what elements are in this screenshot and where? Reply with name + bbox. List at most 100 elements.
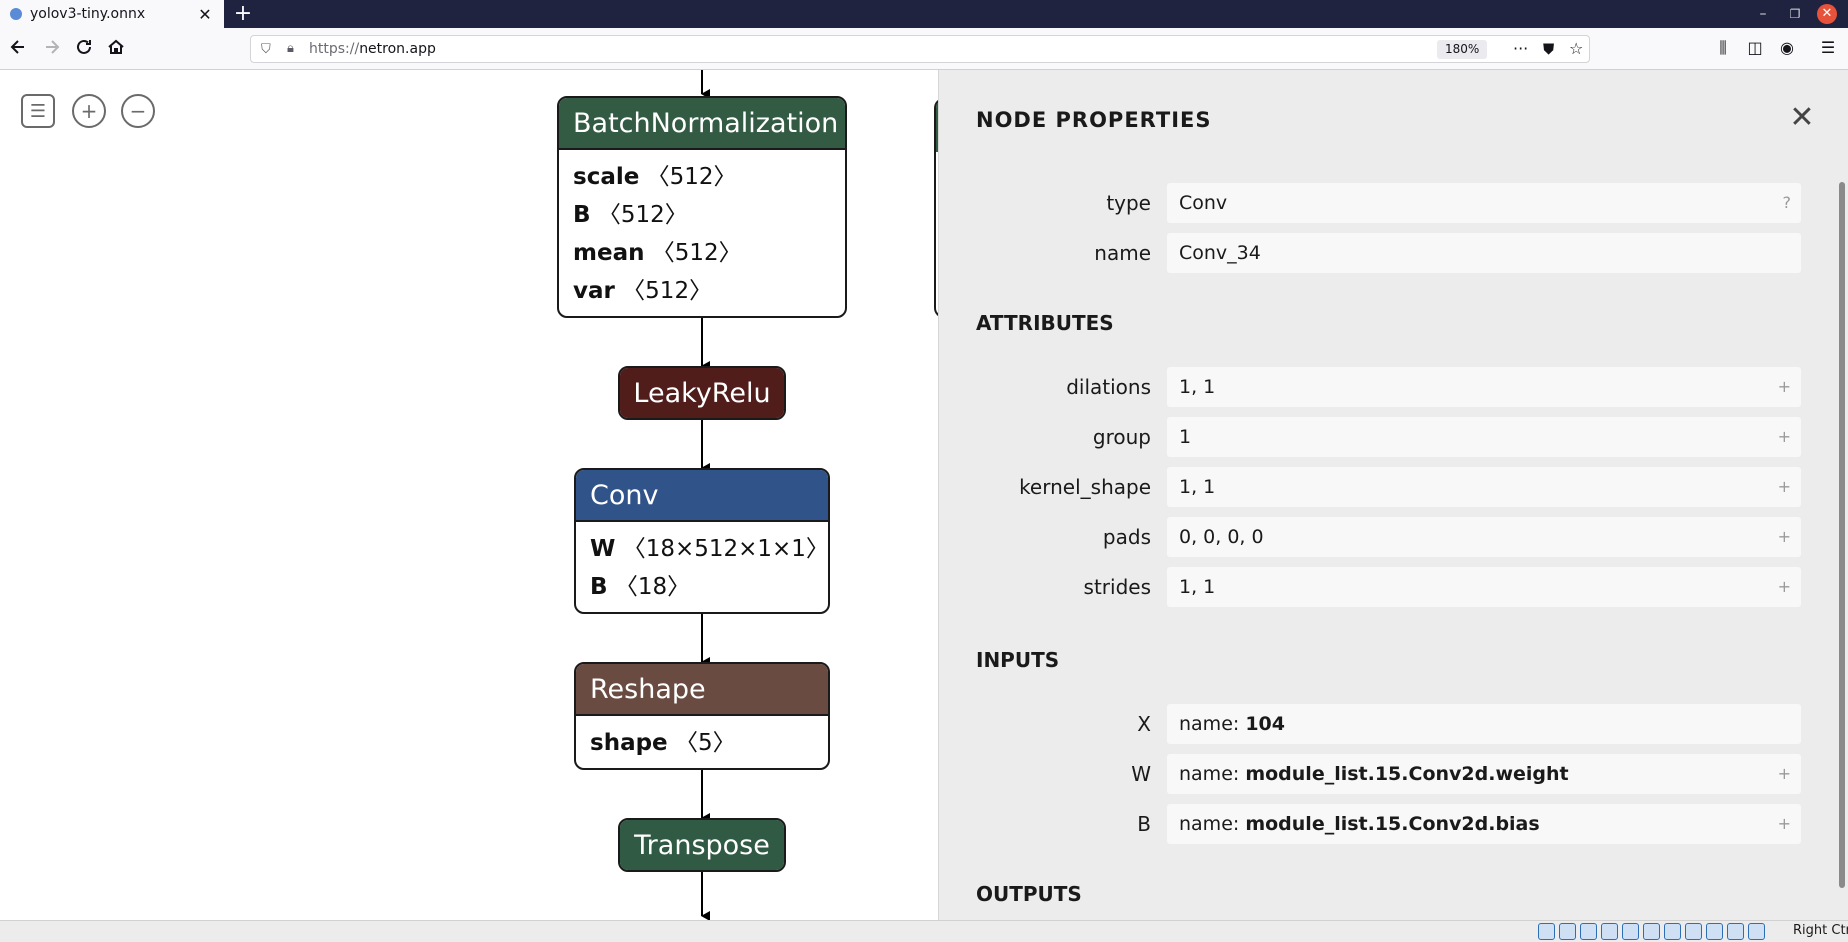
property-value-name[interactable]: Conv_34 xyxy=(1167,233,1801,273)
node-header[interactable]: Conv xyxy=(576,470,828,522)
network-icon[interactable] xyxy=(1601,923,1618,940)
node-attribute-b[interactable]: B 〈512〉 xyxy=(573,196,831,234)
netron-favicon-icon xyxy=(10,8,22,20)
expand-plus-icon[interactable]: + xyxy=(1778,517,1791,557)
attribute-row-strides: strides 1, 1 + xyxy=(939,567,1801,607)
property-row-type: type Conv ? xyxy=(939,183,1801,223)
node-attribute-scale[interactable]: scale 〈512〉 xyxy=(573,158,831,196)
node-attribute-w[interactable]: W 〈18×512×1×1〉 xyxy=(590,530,828,568)
tracking-protection-shield-icon[interactable]: ⛉ xyxy=(261,42,271,57)
zoom-out-button[interactable]: − xyxy=(121,94,155,128)
tab-close-icon[interactable]: ✕ xyxy=(196,5,214,24)
node-attribute-b[interactable]: B 〈18〉 xyxy=(590,568,814,606)
expand-plus-icon[interactable]: + xyxy=(1778,417,1791,457)
tab-yolov3[interactable]: yolov3-tiny.onnx ✕ xyxy=(0,0,224,28)
node-attributes: W 〈18×512×1×1〉 B 〈18〉 xyxy=(576,522,828,610)
zoom-level-badge[interactable]: 180% xyxy=(1437,40,1488,59)
storage-icon[interactable] xyxy=(1538,923,1555,940)
node-header[interactable]: Transpose xyxy=(620,820,784,870)
attribute-row-group: group 1 + xyxy=(939,417,1801,457)
attribute-value-group[interactable]: 1 + xyxy=(1167,417,1801,457)
address-bar[interactable]: ⛉ 🔒︎ https://netron.app 180% ··· ⛊ ☆ xyxy=(250,35,1590,63)
home-icon xyxy=(108,39,124,54)
property-label: name xyxy=(1094,241,1151,265)
input-value-b[interactable]: name: module_list.15.Conv2d.bias + xyxy=(1167,804,1801,844)
video-capture-icon[interactable] xyxy=(1685,923,1702,940)
zoom-in-button[interactable]: + xyxy=(72,94,106,128)
node-header[interactable]: LeakyRelu xyxy=(620,368,784,418)
node-leakyrelu[interactable]: LeakyRelu xyxy=(618,366,786,420)
url-text[interactable]: https://netron.app xyxy=(309,41,436,57)
attribute-value-pads[interactable]: 0, 0, 0, 0 + xyxy=(1167,517,1801,557)
attribute-row-kernel-shape: kernel_shape 1, 1 + xyxy=(939,467,1801,507)
display-icon[interactable] xyxy=(1664,923,1681,940)
zoom-in-icon: + xyxy=(80,99,98,123)
expand-plus-icon[interactable]: + xyxy=(1778,754,1791,794)
tab-title: yolov3-tiny.onnx xyxy=(30,6,146,22)
page-actions-more-icon[interactable]: ··· xyxy=(1513,39,1528,58)
reload-button[interactable] xyxy=(72,37,96,61)
shared-folders-icon[interactable] xyxy=(1643,923,1660,940)
window-restore-button[interactable]: ❐ xyxy=(1784,4,1806,24)
sidebar-toggle-icon[interactable]: ◫ xyxy=(1744,38,1766,57)
input-row-x: X name: 104 xyxy=(939,704,1801,744)
home-button[interactable] xyxy=(104,37,128,61)
expand-plus-icon[interactable]: + xyxy=(1778,367,1791,407)
window-minimize-button[interactable]: – xyxy=(1752,4,1774,24)
tab-bar: yolov3-tiny.onnx ✕ + – ❐ ✕ xyxy=(0,0,1848,28)
node-reshape[interactable]: Reshape shape 〈5〉 xyxy=(574,662,830,770)
cpu-icon[interactable] xyxy=(1706,923,1723,940)
pocket-icon[interactable]: ⛊ xyxy=(1543,40,1554,58)
url-host: netron.app xyxy=(359,41,436,57)
window-close-button[interactable]: ✕ xyxy=(1817,4,1837,24)
input-label: X xyxy=(1137,712,1151,736)
property-value-type[interactable]: Conv ? xyxy=(1167,183,1801,223)
property-row-name: name Conv_34 xyxy=(939,233,1801,273)
navigation-toolbar: ⛉ 🔒︎ https://netron.app 180% ··· ⛊ ☆ ⫼ ◫… xyxy=(0,28,1848,70)
attribute-label: group xyxy=(1092,425,1151,449)
input-value-x[interactable]: name: 104 xyxy=(1167,704,1801,744)
back-arrow-icon xyxy=(10,40,24,54)
keyboard-capture-icon[interactable] xyxy=(1748,923,1765,940)
help-icon[interactable]: ? xyxy=(1783,183,1792,223)
expand-plus-icon[interactable]: + xyxy=(1778,804,1791,844)
node-header[interactable]: Reshape xyxy=(576,664,828,716)
lock-icon[interactable]: 🔒︎ xyxy=(287,41,294,56)
account-icon[interactable]: ◉ xyxy=(1776,38,1798,57)
usb-icon[interactable] xyxy=(1622,923,1639,940)
node-batchnormalization[interactable]: BatchNormalization scale 〈512〉 B 〈512〉 m… xyxy=(557,96,847,318)
back-button[interactable] xyxy=(6,37,30,61)
node-attribute-shape[interactable]: shape 〈5〉 xyxy=(590,724,814,762)
attribute-value-kernel-shape[interactable]: 1, 1 + xyxy=(1167,467,1801,507)
library-icon[interactable]: ⫼ xyxy=(1712,38,1734,58)
graph-canvas[interactable]: ☰ + − BatchNormalization scale 〈512〉 B 〈… xyxy=(0,70,938,920)
audio-icon[interactable] xyxy=(1580,923,1597,940)
menu-icon: ☰ xyxy=(29,100,47,122)
panel-scrollbar[interactable] xyxy=(1839,182,1845,888)
mouse-integration-icon[interactable] xyxy=(1727,923,1744,940)
node-attribute-mean[interactable]: mean 〈512〉 xyxy=(573,234,831,272)
hamburger-menu-icon[interactable]: ☰ xyxy=(1817,38,1839,57)
expand-plus-icon[interactable]: + xyxy=(1778,467,1791,507)
panel-close-button[interactable]: ✕ xyxy=(1787,100,1817,135)
forward-button[interactable] xyxy=(40,37,64,61)
optical-drive-icon[interactable] xyxy=(1559,923,1576,940)
attribute-label: dilations xyxy=(1066,375,1151,399)
attribute-value-dilations[interactable]: 1, 1 + xyxy=(1167,367,1801,407)
new-tab-button[interactable]: + xyxy=(232,1,254,27)
graph-menu-button[interactable]: ☰ xyxy=(21,94,55,128)
vm-status-icons xyxy=(1538,923,1765,940)
node-header[interactable]: BatchNormalization xyxy=(559,98,845,150)
node-conv[interactable]: Conv W 〈18×512×1×1〉 B 〈18〉 xyxy=(574,468,830,614)
node-properties-panel: NODE PROPERTIES ✕ type Conv ? name Conv_… xyxy=(938,70,1848,920)
expand-plus-icon[interactable]: + xyxy=(1778,567,1791,607)
node-attribute-var[interactable]: var 〈512〉 xyxy=(573,272,831,310)
node-attributes: scale 〈512〉 B 〈512〉 mean 〈512〉 var 〈512〉 xyxy=(559,150,845,314)
node-transpose[interactable]: Transpose xyxy=(618,818,786,872)
input-value-w[interactable]: name: module_list.15.Conv2d.weight + xyxy=(1167,754,1801,794)
input-row-w: W name: module_list.15.Conv2d.weight + xyxy=(939,754,1801,794)
bookmark-star-icon[interactable]: ☆ xyxy=(1569,39,1583,58)
attribute-value-strides[interactable]: 1, 1 + xyxy=(1167,567,1801,607)
attribute-row-pads: pads 0, 0, 0, 0 + xyxy=(939,517,1801,557)
host-key-label: Right Ctrl xyxy=(1793,923,1848,938)
